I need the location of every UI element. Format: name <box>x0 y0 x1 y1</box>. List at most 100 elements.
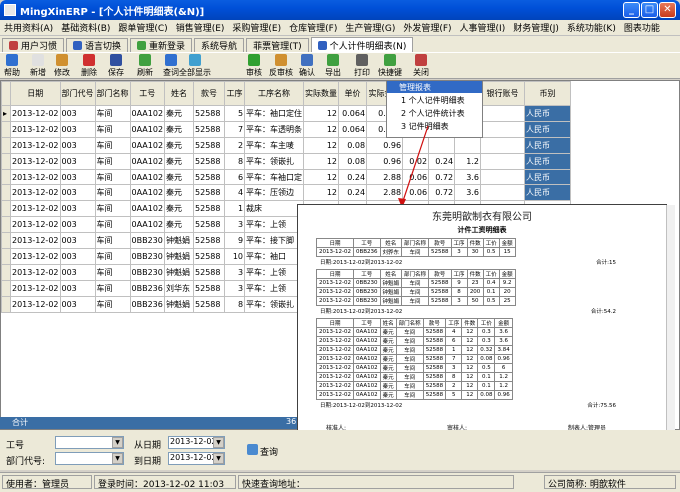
report-cell: 车间 <box>401 287 430 297</box>
menu-item[interactable]: 生产管理(G) <box>341 21 399 34</box>
from-date-dropdown-icon[interactable]: ▼ <box>213 437 224 448</box>
table-cell: 003 <box>59 295 96 313</box>
toolbar-button[interactable]: 刷新 <box>131 54 159 78</box>
report-col-header: 部门名称 <box>401 238 430 248</box>
report-scrollbar[interactable] <box>666 205 675 439</box>
tab-label: 用户习惯 <box>21 42 58 52</box>
print-menu-header[interactable]: 管理报表 <box>387 81 482 93</box>
menu-item[interactable]: 跟单管理(C) <box>114 21 171 34</box>
toolbar-button[interactable]: 快捷键 <box>376 54 404 78</box>
tab-item[interactable]: 重新登录 <box>130 38 193 52</box>
report-cell: 1.2 <box>494 372 513 382</box>
menu-item[interactable]: 共用资料(A) <box>0 21 57 34</box>
grid-header[interactable]: 部门代号 <box>59 81 96 106</box>
table-cell: 2 <box>224 136 246 154</box>
report-col-header: 工序 <box>450 238 468 248</box>
toolbar-button[interactable]: 保存 <box>102 54 130 78</box>
report-col-header: 日期 <box>316 318 354 328</box>
table-row[interactable]: ▸ 2013-12-02 003 车间 0AA102 秦元 52588 5 平车：袖口定住 12 0… <box>1 105 572 122</box>
dept-dropdown-icon[interactable]: ▼ <box>112 453 123 464</box>
grid-header[interactable]: 单价 <box>338 81 368 106</box>
report-row: 2013-12-02 0AA102 秦元 车间 52588 7 12 0.08 0.96 <box>316 354 513 364</box>
menu-item[interactable]: 仓库管理(F) <box>285 21 341 34</box>
report-row: 2013-12-02 0AA102 秦元 车间 52588 3 12 0.5 6 <box>316 363 513 373</box>
menu-item[interactable]: 系统功能(K) <box>563 21 620 34</box>
grid-header[interactable]: 工序 <box>224 81 246 106</box>
table-cell: 车间 <box>94 136 131 154</box>
maximize-button[interactable]: □ <box>641 2 658 18</box>
grid-header[interactable]: 款号 <box>193 81 226 106</box>
grid-header[interactable]: 部门名称 <box>94 81 131 106</box>
filter-panel: 工号 ▼ 部门代号: ▼ 从日期 2013-12-02 ▼ 到日期 2013-1… <box>0 430 680 470</box>
query-button[interactable]: 查询 <box>260 445 278 458</box>
menu-item[interactable]: 财务管理(J) <box>509 21 563 34</box>
toolbar-button[interactable]: 确认 <box>293 54 321 78</box>
report-cell: 钟魁娟 <box>379 287 403 297</box>
table-row[interactable]: 2013-12-02 003 车间 0AA102 秦元 52588 4 平车：压领边 12 0.2… <box>1 184 572 202</box>
table-row[interactable]: 2013-12-02 003 车间 0AA102 秦元 52588 8 平车：领嵌扎 12 0.0… <box>1 152 572 170</box>
report-group-footer: 日期:2013-12-02到2013-12-02 合计:15 <box>298 258 666 266</box>
menu-item[interactable]: 外发管理(F) <box>399 21 455 34</box>
menu-item[interactable]: 图表功能 <box>620 21 664 34</box>
report-cell: 12 <box>461 363 479 373</box>
menu-item[interactable]: 采购管理(E) <box>228 21 285 34</box>
table-cell: 12 <box>303 152 340 170</box>
menu-item[interactable]: 基础资料(B) <box>57 21 114 34</box>
grid-header[interactable]: 实际数量 <box>303 81 340 106</box>
report-col-header: 金额 <box>498 269 516 279</box>
report-header-row: 日期 工号 姓名 部门名称 款号 工序 件数 工价 金额 <box>316 269 516 279</box>
report-cell: 6 <box>494 363 513 373</box>
toolbar-label: 刷新 <box>137 68 153 77</box>
toolbar-button[interactable]: 帮助 <box>0 54 27 78</box>
table-cell: 12 <box>303 184 340 202</box>
toolbar-button[interactable]: 全部显示 <box>167 54 223 78</box>
tab-item[interactable]: 用户习惯 <box>2 38 65 52</box>
grid-header[interactable]: 日期 <box>10 81 61 106</box>
table-row[interactable]: 2013-12-02 003 车间 0AA102 秦元 52588 2 平车：车主唛 12 0.0… <box>1 136 572 154</box>
toolbar-button[interactable]: 删除 <box>76 54 102 78</box>
tab-item[interactable]: 系统导航 <box>194 38 245 52</box>
grid-header[interactable]: 工号 <box>129 81 166 106</box>
report-col-header: 姓名 <box>379 269 403 279</box>
toolbar-label: 打印 <box>354 68 370 77</box>
to-date-dropdown-icon[interactable]: ▼ <box>213 453 224 464</box>
grid-header[interactable]: 币别 <box>524 81 572 106</box>
toolbar-button[interactable]: 审核 <box>241 54 267 78</box>
toolbar-button[interactable]: 修改 <box>50 54 74 78</box>
toolbar-button[interactable]: 反审核 <box>266 54 296 78</box>
report-cell: 钟魁娟 <box>379 278 403 288</box>
table-row[interactable]: 2013-12-02 003 车间 0AA102 秦元 52588 6 平车：车袖口定 12 0.… <box>1 168 572 186</box>
tab-item[interactable]: 个人计件明细表(N) <box>310 37 414 52</box>
toolbar-label: 修改 <box>54 68 70 77</box>
toolbar-icon <box>415 54 427 66</box>
close-button[interactable]: ✕ <box>659 2 676 18</box>
toolbar-button[interactable]: 导出 <box>319 54 347 78</box>
grid-header[interactable]: 银行账号 <box>480 81 526 106</box>
toolbar-button[interactable]: 新增 <box>25 54 51 78</box>
grid-header[interactable]: 工序名称 <box>244 81 305 106</box>
menu-item[interactable]: 销售管理(E) <box>172 21 229 34</box>
report-cell: 0.5 <box>482 247 500 257</box>
tab-item[interactable]: 菲票管理(T) <box>246 38 309 52</box>
toolbar-button[interactable]: 关闭 <box>407 54 435 78</box>
report-cell: 秦元 <box>379 390 397 400</box>
toolbar-icon <box>248 54 260 66</box>
report-cell: 52588 <box>422 345 447 355</box>
table-cell: 2013-12-02 <box>10 152 61 170</box>
menu-item[interactable]: 人事管理(I) <box>456 21 510 34</box>
table-cell: 52588 <box>193 232 226 250</box>
grid-total-label: 合计 <box>0 417 298 429</box>
row-indicator <box>1 120 11 138</box>
table-row[interactable]: 2013-12-02 003 车间 0AA102 秦元 52588 7 平车：车透明条 12 0.… <box>1 120 572 138</box>
grid-header[interactable]: 姓名 <box>164 81 195 106</box>
toolbar-button[interactable]: 打印 <box>349 54 375 78</box>
report-cell: 25 <box>498 296 516 306</box>
report-cell: 0.96 <box>494 354 513 364</box>
table-cell: 平车：袖口 <box>244 248 305 265</box>
tab-item[interactable]: 语言切换 <box>66 38 129 52</box>
minimize-button[interactable]: _ <box>623 2 640 18</box>
report-col-header: 工价 <box>477 318 496 328</box>
report-cell: 52588 <box>422 336 447 346</box>
query-icon[interactable] <box>247 444 258 455</box>
worker-dropdown-icon[interactable]: ▼ <box>112 437 123 448</box>
